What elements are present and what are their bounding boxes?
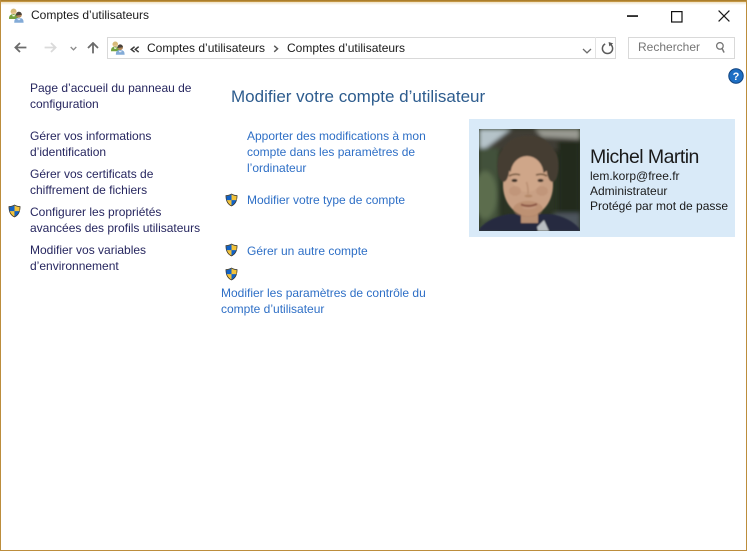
svg-text:?: ?: [733, 71, 740, 83]
